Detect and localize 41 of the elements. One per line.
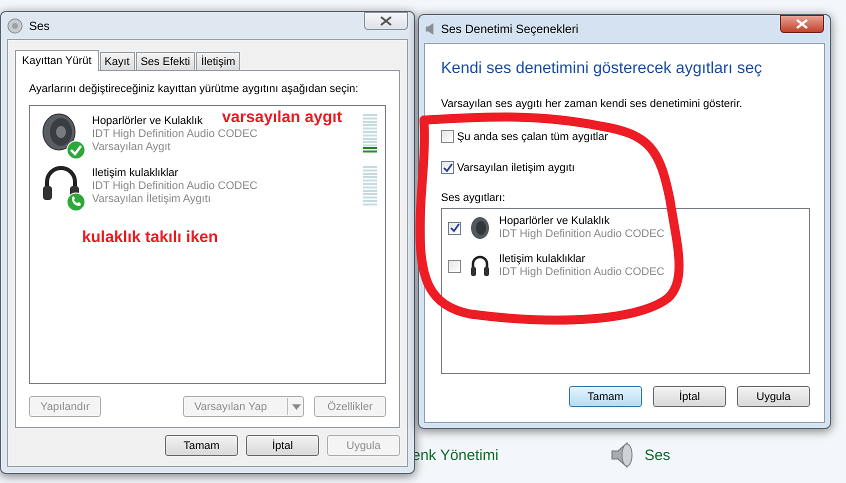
annotation-text: kulaklık takılı iken (82, 229, 218, 247)
window-title: Ses (29, 18, 51, 32)
dialog-button[interactable]: Uygula (737, 386, 810, 407)
headphones-icon (469, 254, 491, 278)
dialog-button[interactable]: İptal (246, 435, 319, 456)
tab[interactable]: Ses Efekti (136, 52, 196, 70)
close-button[interactable] (780, 15, 824, 33)
device-name: Iletişim kulaklıklar (499, 253, 586, 266)
dialog-button[interactable]: Tamam (165, 435, 238, 456)
description-text: Varsayılan ses aygıtı her zaman kendi ses denetimini gösterir. (441, 98, 744, 110)
device-name: Iletişim kulaklıklar (92, 166, 178, 180)
caret-icon (287, 398, 301, 415)
checkbox[interactable] (448, 260, 461, 272)
checkbox[interactable] (441, 130, 454, 143)
close-icon (380, 16, 392, 26)
tab[interactable]: Kayıttan Yürüt (15, 50, 99, 71)
device-name: Hoparlörler ve Kulaklık (92, 114, 203, 128)
driver-name: IDT High Definition Audio CODEC (92, 128, 258, 140)
level-meter (363, 166, 377, 206)
close-icon (796, 19, 808, 29)
driver-name: IDT High Definition Audio CODEC (499, 228, 664, 241)
tab[interactable]: Kayıt (100, 52, 135, 70)
device-status: Varsayılan Aygıt (92, 140, 170, 154)
control-panel-link[interactable]: Ses (644, 446, 670, 464)
close-button[interactable] (364, 12, 408, 30)
checkbox[interactable] (441, 161, 454, 174)
checkbox-label: Şu anda ses çalan tüm aygıtlar (457, 130, 608, 142)
device-name: Hoparlörler ve Kulaklık (499, 215, 611, 228)
tab[interactable]: İletişim (196, 52, 240, 70)
driver-name: IDT High Definition Audio CODEC (92, 180, 258, 192)
window-title: Ses Denetimi Seçenekleri (441, 22, 580, 36)
dialog-heading: Kendi ses denetimini gösterecek aygıtları seç (441, 60, 764, 78)
instruction-text: Ayarlarını değiştireceğiniz kayıttan yürütme aygıtını aşağıdan seçin: (29, 83, 360, 95)
dialog-button[interactable]: İptal (653, 386, 726, 407)
checkbox[interactable] (448, 222, 461, 234)
dialog-button[interactable]: Tamam (569, 386, 642, 407)
checkbox-label: Varsayılan iletişim aygıtı (457, 162, 575, 174)
list-label: Ses aygıtları: (441, 192, 506, 204)
driver-name: IDT High Definition Audio CODEC (499, 266, 664, 279)
annotation-text: varsayılan aygıt (222, 109, 342, 127)
device-status: Varsayılan İletişim Aygıtı (92, 192, 211, 206)
